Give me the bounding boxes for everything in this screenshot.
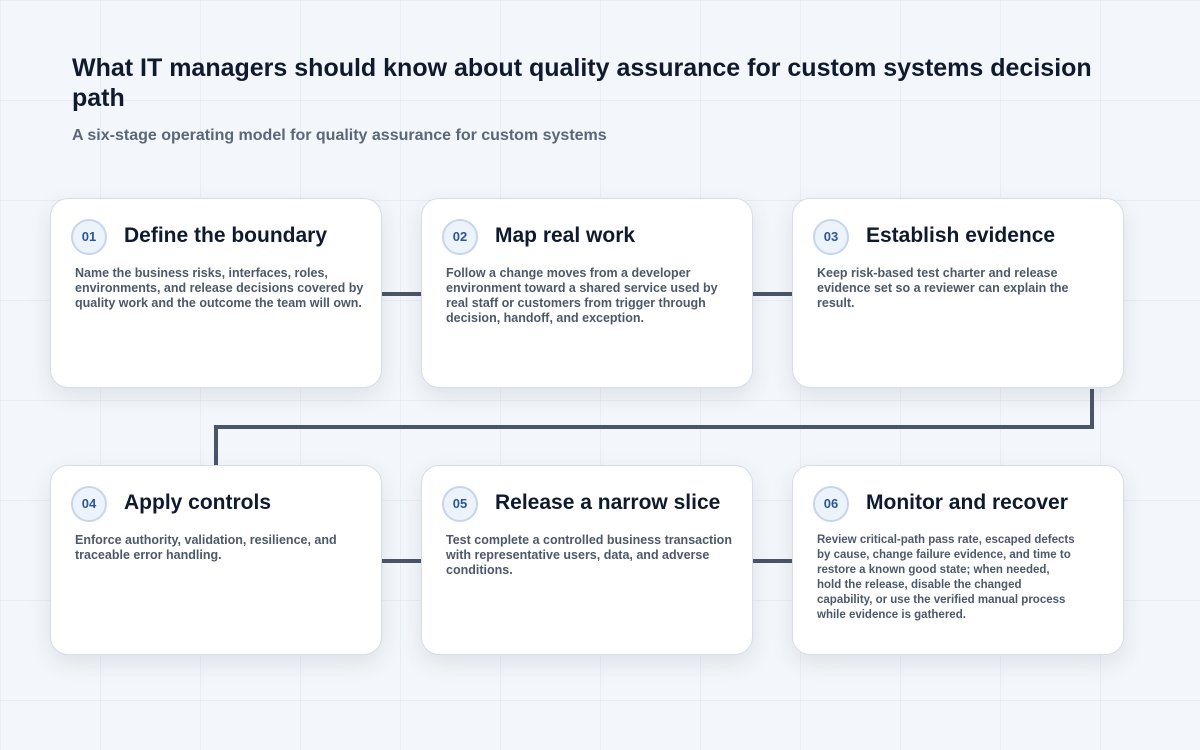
stage-card-2: 02 Map real work Follow a change moves f…: [421, 198, 753, 388]
stage-card-1: 01 Define the boundary Name the business…: [50, 198, 382, 388]
stage-number-badge: 02: [442, 219, 478, 255]
decision-path-diagram: What IT managers should know about quali…: [0, 0, 1200, 750]
stage-description: Review critical-path pass rate, escaped …: [817, 534, 1075, 621]
stage-card-3: 03 Establish evidence Keep risk-based te…: [792, 198, 1124, 388]
stage-description: Test complete a controlled business tran…: [446, 533, 732, 577]
stage-number-badge: 04: [71, 486, 107, 522]
stage-card-5: 05 Release a narrow slice Test complete …: [421, 465, 753, 655]
stage-title: Monitor and recover: [866, 491, 1068, 514]
stage-title: Establish evidence: [866, 224, 1056, 247]
stage-title: Define the boundary: [124, 224, 328, 247]
stage-number-badge: 01: [71, 219, 107, 255]
stage-title: Release a narrow slice: [495, 491, 721, 514]
stage-number-badge: 03: [813, 219, 849, 255]
stage-description: Keep risk-based test charter and release…: [817, 266, 1069, 310]
stage-description: Name the business risks, interfaces, rol…: [75, 266, 364, 310]
stage-description: Follow a change moves from a developer e…: [446, 266, 718, 325]
stage-title: Map real work: [495, 224, 636, 247]
stage-card-4: 04 Apply controls Enforce authority, val…: [50, 465, 382, 655]
stage-title: Apply controls: [124, 491, 272, 514]
stage-number-badge: 06: [813, 486, 849, 522]
stage-card-6: 06 Monitor and recover Review critical-p…: [792, 465, 1124, 655]
connector-3-4: [214, 389, 1094, 466]
stage-number-badge: 05: [442, 486, 478, 522]
stage-description: Enforce authority, validation, resilienc…: [75, 533, 337, 562]
